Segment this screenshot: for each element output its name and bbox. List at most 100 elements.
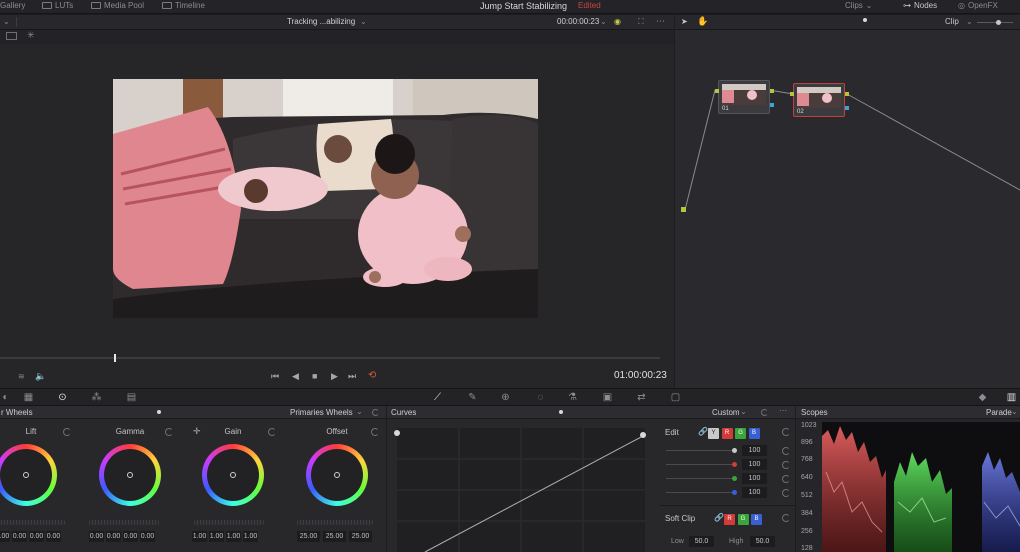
offset-g-value[interactable]: 25.00 [323,531,346,542]
scopes-icon[interactable]: ▥ [1006,392,1017,403]
node-mode-select[interactable]: Clip [945,17,959,26]
chip-g[interactable]: G [735,428,747,439]
node-input-icon[interactable] [790,92,794,96]
edit-value-b[interactable]: 100 [742,487,767,498]
edit-track[interactable] [666,478,734,479]
curve-point-high[interactable] [640,432,646,438]
luts-tab[interactable]: LUTs [42,1,73,10]
chip-b[interactable]: B [751,514,763,525]
gain-master-slider[interactable] [194,520,264,525]
key-icon[interactable]: ▣ [602,392,613,403]
node-key-output-icon[interactable] [770,103,774,107]
color-wheels-icon[interactable]: ⊙ [57,392,68,403]
gain-r-value[interactable]: 1.00 [209,531,224,542]
gamma-color-wheel[interactable] [99,444,161,506]
motion-effects-icon[interactable]: ▤ [126,392,137,403]
zoom-slider[interactable] [977,22,1013,23]
edit-track[interactable] [666,492,734,493]
edit-knob[interactable] [732,462,737,467]
edit-value-g[interactable]: 100 [742,473,767,484]
skip-end-icon[interactable]: ⏭ [348,371,356,382]
play-icon[interactable]: ▶ [331,371,338,382]
rgb-mixer-icon[interactable]: ⁂ [91,392,102,403]
chevron-down-icon[interactable]: ⌄ [356,407,363,416]
edit-value-r[interactable]: 100 [742,459,767,470]
scopes-mode-select[interactable]: Parade [986,408,1012,417]
node-02[interactable]: 02 [790,83,849,117]
node-input-icon[interactable] [715,89,719,93]
lift-b-value[interactable]: 0.00 [46,531,61,542]
curve-point-low[interactable] [394,430,400,436]
edit-track[interactable] [666,464,734,465]
playhead[interactable] [114,354,116,362]
chip-r[interactable]: R [724,514,735,525]
offset-master-slider[interactable] [297,520,373,525]
chip-g[interactable]: G [737,514,749,525]
curves-icon[interactable]: ⟋ [432,392,443,403]
layers-icon[interactable]: ≋ [18,372,25,381]
pointer-icon[interactable]: ➤ [681,17,688,26]
timeline-tab[interactable]: Timeline [162,1,205,10]
curve-graph[interactable] [394,428,646,552]
openfx-tab[interactable]: ◎ OpenFX [958,1,998,10]
color-match-icon[interactable]: ▦ [23,392,34,403]
video-frame[interactable] [113,79,538,318]
chevron-down-icon[interactable]: ⌄ [740,407,747,416]
offset-r-value[interactable]: 25.00 [297,531,320,542]
node-01[interactable]: 01 [715,80,774,114]
gamma-y-value[interactable]: 0.00 [89,531,104,542]
hand-icon[interactable]: ✋ [697,16,708,27]
clip-name[interactable]: Tracking ...abilizing [287,17,355,26]
offset-color-wheel[interactable] [306,444,368,506]
blur-icon[interactable]: ⚗ [567,392,578,403]
reset-icon[interactable] [268,428,276,436]
node-graph[interactable]: 01 02 [675,30,1020,388]
gain-b-value[interactable]: 1.00 [243,531,258,542]
node-key-output-icon[interactable] [845,106,849,110]
more-options-icon[interactable]: ⋯ [779,406,787,415]
split-view-icon[interactable] [6,32,17,40]
chevron-down-icon[interactable]: ⌄ [600,17,607,26]
qualifier-icon[interactable]: ✎ [467,392,478,403]
chevron-down-icon[interactable]: ⌄ [966,17,973,26]
gain-y-value[interactable]: 1.00 [192,531,207,542]
wheels-mode-select[interactable]: Primaries Wheels [290,408,353,417]
fullscreen-icon[interactable]: ⛶ [638,17,644,27]
lift-g-value[interactable]: 0.00 [29,531,44,542]
edit-knob[interactable] [732,476,737,481]
wheel-handle[interactable] [334,472,340,478]
node-output-icon[interactable] [770,89,774,93]
chip-b[interactable]: B [748,428,760,439]
chevron-down-icon[interactable]: ⌄ [3,17,10,26]
gallery-tab[interactable]: Gallery [0,1,25,10]
edit-track[interactable] [666,450,734,451]
keyframes-icon[interactable]: ◆ [977,392,988,403]
reset-icon[interactable] [63,428,71,436]
window-icon[interactable]: ⊕ [500,392,511,403]
chip-r[interactable]: R [721,428,733,439]
reverse-play-icon[interactable]: ◀ [292,371,299,382]
zoom-slider-knob[interactable] [996,20,1001,25]
wipe-icon[interactable]: ✳ [27,30,35,41]
more-options-icon[interactable]: ⋯ [656,16,665,27]
reset-icon[interactable] [782,514,790,522]
panel-handle-icon[interactable] [559,410,563,414]
nodes-tab[interactable]: ⊶ Nodes [903,1,937,10]
gain-g-value[interactable]: 1.00 [226,531,241,542]
skip-start-icon[interactable]: ⏮ [271,371,279,382]
reset-icon[interactable] [782,447,790,455]
link-icon[interactable]: 🔗 [698,427,708,436]
scrub-bar[interactable] [0,354,674,368]
reset-icon[interactable] [371,428,379,436]
chip-y[interactable]: Y [708,428,719,439]
chevron-down-icon[interactable]: ⌄ [1011,407,1018,416]
chevron-down-icon[interactable]: ⌄ [360,17,367,26]
reset-icon[interactable] [782,428,790,436]
reset-icon[interactable] [761,409,768,416]
wheel-handle[interactable] [127,472,133,478]
speaker-icon[interactable]: 🔈 [35,371,46,382]
reset-icon[interactable] [372,409,379,416]
media-pool-tab[interactable]: Media Pool [91,1,144,10]
node-output-icon[interactable] [845,92,849,96]
lift-y-value[interactable]: 0.00 [0,531,10,542]
